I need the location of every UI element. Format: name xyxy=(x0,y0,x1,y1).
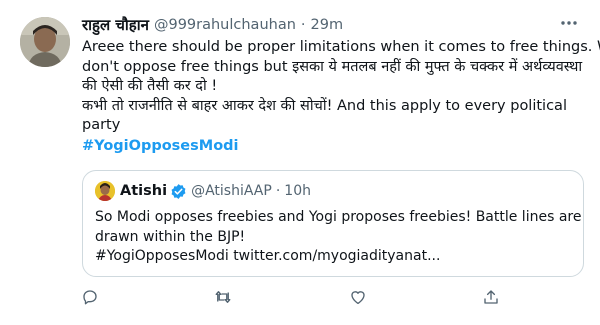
author-handle[interactable]: @999rahulchauhan xyxy=(154,17,296,33)
verified-badge-icon xyxy=(170,183,187,200)
separator-dot: · xyxy=(300,17,306,33)
quoted-author-handle[interactable]: @AtishiAAP xyxy=(191,183,272,199)
tweet-text-line: कभी तो राजनीति से बाहर आकर देश की सोचों!… xyxy=(82,97,567,114)
tweet-header: राहुल चौहान @999rahulchauhan · 29m xyxy=(82,14,343,36)
author-name[interactable]: राहुल चौहान xyxy=(82,15,149,35)
tweet-text-line: party xyxy=(82,117,121,134)
quoted-tweet[interactable]: Atishi @AtishiAAP · 10h So Modi opposes … xyxy=(82,170,584,277)
tweet-text-line: don't oppose free things but इसका ये मतल… xyxy=(82,58,583,75)
quoted-timestamp[interactable]: 10h xyxy=(284,183,311,199)
hashtag-link[interactable]: #YogiOpposesModi xyxy=(82,137,588,157)
action-bar xyxy=(0,287,600,307)
avatar[interactable] xyxy=(20,17,70,67)
reply-icon[interactable] xyxy=(80,287,100,307)
tweet-card[interactable]: राहुल चौहान @999rahulchauhan · 29m Areee… xyxy=(0,0,600,325)
share-icon[interactable] xyxy=(481,287,501,307)
quoted-text-line: So Modi opposes freebies and Yogi propos… xyxy=(95,209,582,225)
tweet-text: Areee there should be proper limitations… xyxy=(82,38,600,157)
quoted-text: So Modi opposes freebies and Yogi propos… xyxy=(95,208,582,267)
quoted-author-name[interactable]: Atishi xyxy=(120,183,167,199)
timestamp[interactable]: 29m xyxy=(311,17,344,33)
quoted-header: Atishi @AtishiAAP · 10h xyxy=(120,180,311,202)
quoted-avatar[interactable] xyxy=(95,181,115,201)
like-icon[interactable] xyxy=(348,287,368,307)
quoted-text-line: drawn within the BJP! xyxy=(95,228,246,245)
tweet-text-line: Areee there should be proper limitations… xyxy=(82,39,600,55)
tweet-text-line: की ऐसी की तैसी कर दो ! xyxy=(82,78,218,95)
more-dots-icon[interactable] xyxy=(556,12,582,34)
retweet-icon[interactable] xyxy=(213,287,233,307)
separator-dot: · xyxy=(275,183,281,199)
quoted-text-line: #YogiOpposesModi twitter.com/myogiaditya… xyxy=(95,248,441,264)
